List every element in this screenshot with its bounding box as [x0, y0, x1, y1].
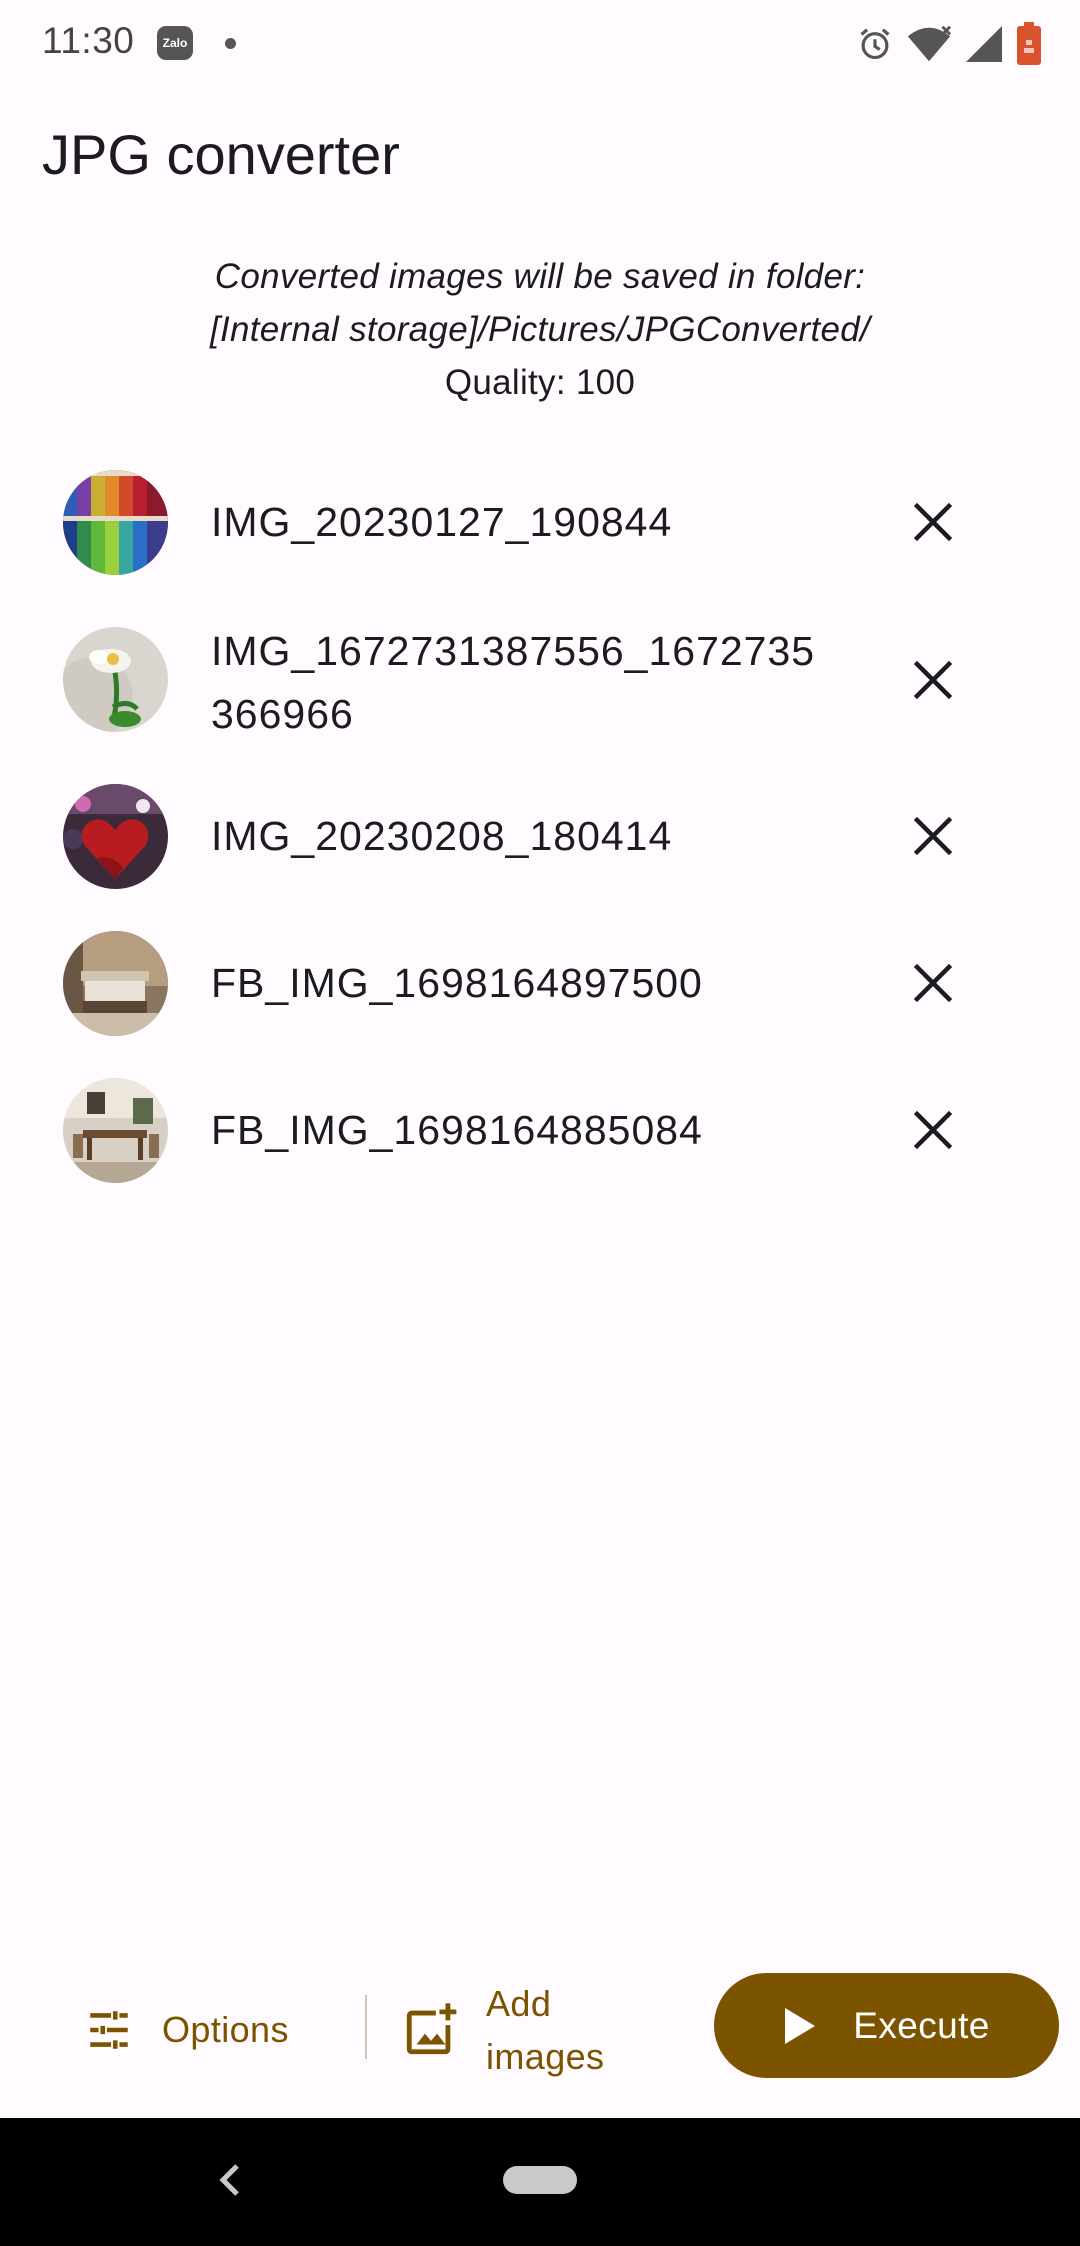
bottom-action-bar: Options Add images Execute [0, 1955, 1080, 2105]
close-icon [913, 660, 953, 700]
add-images-label: Add images [486, 1983, 605, 2077]
signal-icon [966, 26, 1002, 62]
status-time: 11:30 [42, 20, 135, 61]
save-info: Converted images will be saved in folder… [0, 250, 1080, 409]
file-row: FB_IMG_1698164885084 [0, 1078, 1080, 1183]
divider [365, 1995, 367, 2059]
file-name: IMG_20230208_180414 [211, 813, 673, 859]
file-row: IMG_1672731387556_1672735366966 [0, 620, 1080, 746]
remove-file-button[interactable] [903, 1100, 963, 1160]
file-thumbnail [63, 627, 168, 732]
status-bar: 11:30 Zalo [0, 0, 1080, 88]
file-name: FB_IMG_1698164885084 [211, 1107, 703, 1153]
close-icon [913, 502, 953, 542]
play-icon [785, 2007, 816, 2044]
zalo-notification-icon: Zalo [157, 26, 193, 60]
file-name: FB_IMG_1698164897500 [211, 960, 703, 1006]
alarm-icon [860, 28, 890, 60]
file-name: IMG_1672731387556_1672735366966 [211, 628, 816, 737]
home-pill[interactable] [503, 2166, 577, 2194]
close-icon [913, 963, 953, 1003]
status-icons [856, 22, 1042, 66]
options-label: Options [162, 2009, 289, 2050]
save-folder-path: [Internal storage]/Pictures/JPGConverted… [209, 310, 871, 349]
save-folder-label: Converted images will be saved in folder… [214, 257, 866, 296]
page-title: JPG converter [42, 123, 400, 186]
file-row: IMG_20230127_190844 [0, 470, 1080, 575]
execute-button[interactable]: Execute [714, 1973, 1059, 2078]
file-name: IMG_20230127_190844 [211, 499, 673, 545]
tune-icon [90, 2011, 128, 2049]
file-row: IMG_20230208_180414 [0, 784, 1080, 889]
remove-file-button[interactable] [903, 806, 963, 866]
close-icon [913, 816, 953, 856]
execute-label: Execute [853, 2004, 990, 2046]
remove-file-button[interactable] [903, 953, 963, 1013]
add-photo-icon [406, 2003, 457, 2055]
system-navigation-bar [0, 2118, 1080, 2246]
battery-icon [1017, 22, 1041, 65]
remove-file-button[interactable] [903, 650, 963, 710]
file-thumbnail [63, 470, 168, 575]
file-row: FB_IMG_1698164897500 [0, 931, 1080, 1036]
chevron-left-icon [219, 2164, 239, 2196]
close-icon [913, 1110, 953, 1150]
back-button[interactable] [215, 2160, 245, 2205]
file-thumbnail [63, 931, 168, 1036]
add-images-button[interactable]: Add images [402, 1975, 616, 2085]
wifi-icon [907, 25, 952, 62]
more-notifications-dot [225, 38, 236, 49]
quality-label: Quality: 100 [444, 363, 636, 402]
remove-file-button[interactable] [903, 492, 963, 552]
file-thumbnail [63, 1078, 168, 1183]
options-button[interactable]: Options [84, 1993, 289, 2067]
file-thumbnail [63, 784, 168, 889]
screen: 11:30 Zalo JPG converter Converted image… [0, 0, 1080, 2246]
